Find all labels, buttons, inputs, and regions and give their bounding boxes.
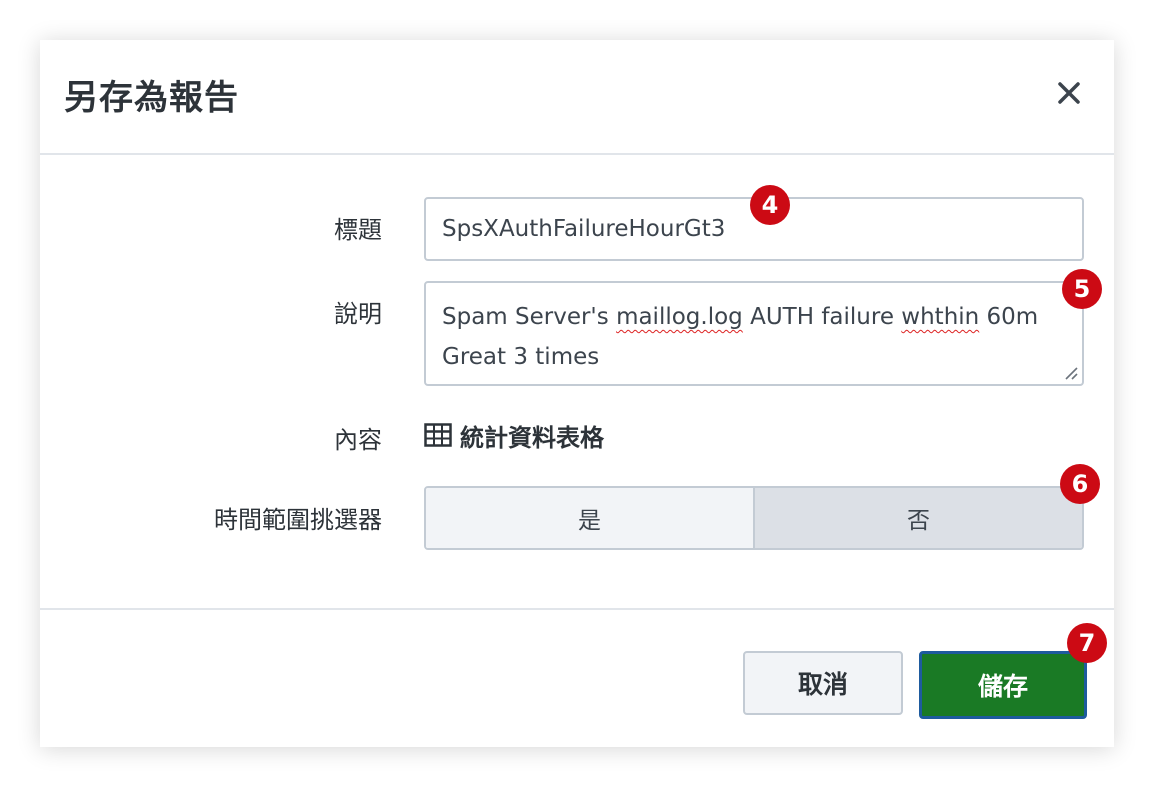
annotation-badge-7: 7: [1067, 623, 1107, 663]
time-picker-label: 時間範圍挑選器: [214, 506, 382, 534]
annotation-badge-5: 5: [1062, 269, 1102, 309]
content-value: 統計資料表格: [424, 418, 604, 452]
title-label: 標題: [334, 216, 382, 244]
dialog-header: 另存為報告: [40, 40, 1114, 155]
footer-divider: [40, 608, 1114, 610]
save-button[interactable]: 儲存: [919, 651, 1087, 719]
content-type-text: 統計資料表格: [460, 423, 604, 452]
save-as-report-dialog: 另存為報告 標題 SpsXAuthFailureHourGt3 說明 Spam …: [40, 40, 1114, 747]
spellcheck-word-whthin: whthin: [901, 304, 980, 330]
resize-grip-icon[interactable]: [1064, 366, 1078, 380]
time-picker-toggle: 是 否: [424, 486, 1084, 550]
content-label: 內容: [334, 426, 382, 454]
dialog-title: 另存為報告: [64, 78, 239, 118]
table-icon: [424, 423, 452, 447]
close-icon: [1058, 82, 1080, 104]
cancel-button[interactable]: 取消: [743, 651, 903, 715]
close-button[interactable]: [1054, 78, 1084, 108]
spellcheck-word-maillog: maillog.log: [616, 304, 743, 330]
toggle-yes-button[interactable]: 是: [426, 488, 755, 548]
description-label: 說明: [334, 300, 382, 328]
annotation-badge-4: 4: [750, 185, 790, 225]
toggle-no-button[interactable]: 否: [755, 488, 1082, 548]
annotation-badge-6: 6: [1060, 464, 1100, 504]
description-text-2: AUTH failure: [742, 304, 902, 330]
description-text-1: Spam Server's: [442, 304, 617, 330]
description-textarea[interactable]: Spam Server's maillog.log AUTH failure w…: [424, 281, 1084, 386]
